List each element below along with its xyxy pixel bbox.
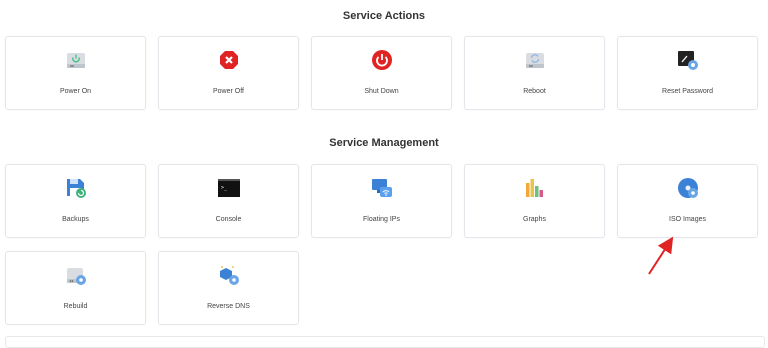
console-icon: >_ (217, 179, 240, 197)
iso-images-button[interactable]: ISO Images (617, 164, 758, 238)
service-actions-title: Service Actions (342, 10, 426, 22)
backups-button[interactable]: Backups (5, 164, 146, 238)
power-on-button[interactable]: Power On (5, 36, 146, 110)
shutdown-icon (371, 50, 392, 70)
reset-password-label: Reset Password (662, 88, 713, 95)
console-button[interactable]: >_ Console (158, 164, 299, 238)
reverse-dns-label: Reverse DNS (207, 303, 250, 310)
reboot-label: Reboot (523, 88, 546, 95)
reverse-dns-button[interactable]: Reverse DNS (158, 251, 299, 325)
power-on-label: Power On (59, 88, 92, 95)
console-label: Console (215, 216, 242, 223)
shut-down-button[interactable]: Shut Down (311, 36, 452, 110)
reboot-button[interactable]: Reboot (464, 36, 605, 110)
backups-label: Backups (62, 216, 89, 223)
power-on-icon (66, 53, 85, 68)
floating-ips-icon (371, 179, 392, 197)
reboot-icon (525, 53, 544, 68)
svg-text:>_: >_ (221, 185, 228, 191)
reverse-dns-icon (219, 266, 239, 285)
rebuild-icon (66, 268, 86, 285)
reset-password-icon (677, 51, 698, 70)
rebuild-button[interactable]: Rebuild (5, 251, 146, 325)
bottom-card-edge (5, 336, 765, 348)
backups-icon (66, 179, 86, 198)
shut-down-label: Shut Down (364, 88, 399, 95)
power-off-icon (219, 51, 238, 69)
floating-ips-button[interactable]: Floating IPs (311, 164, 452, 238)
reset-password-button[interactable]: Reset Password (617, 36, 758, 110)
iso-images-icon (677, 178, 698, 198)
rebuild-label: Rebuild (63, 303, 88, 310)
power-off-button[interactable]: Power Off (158, 36, 299, 110)
iso-images-label: ISO Images (669, 216, 706, 223)
graphs-icon (525, 179, 543, 197)
graphs-label: Graphs (523, 216, 546, 223)
graphs-button[interactable]: Graphs (464, 164, 605, 238)
floating-ips-label: Floating IPs (363, 216, 400, 223)
power-off-label: Power Off (213, 88, 244, 95)
service-management-title: Service Management (329, 137, 439, 149)
